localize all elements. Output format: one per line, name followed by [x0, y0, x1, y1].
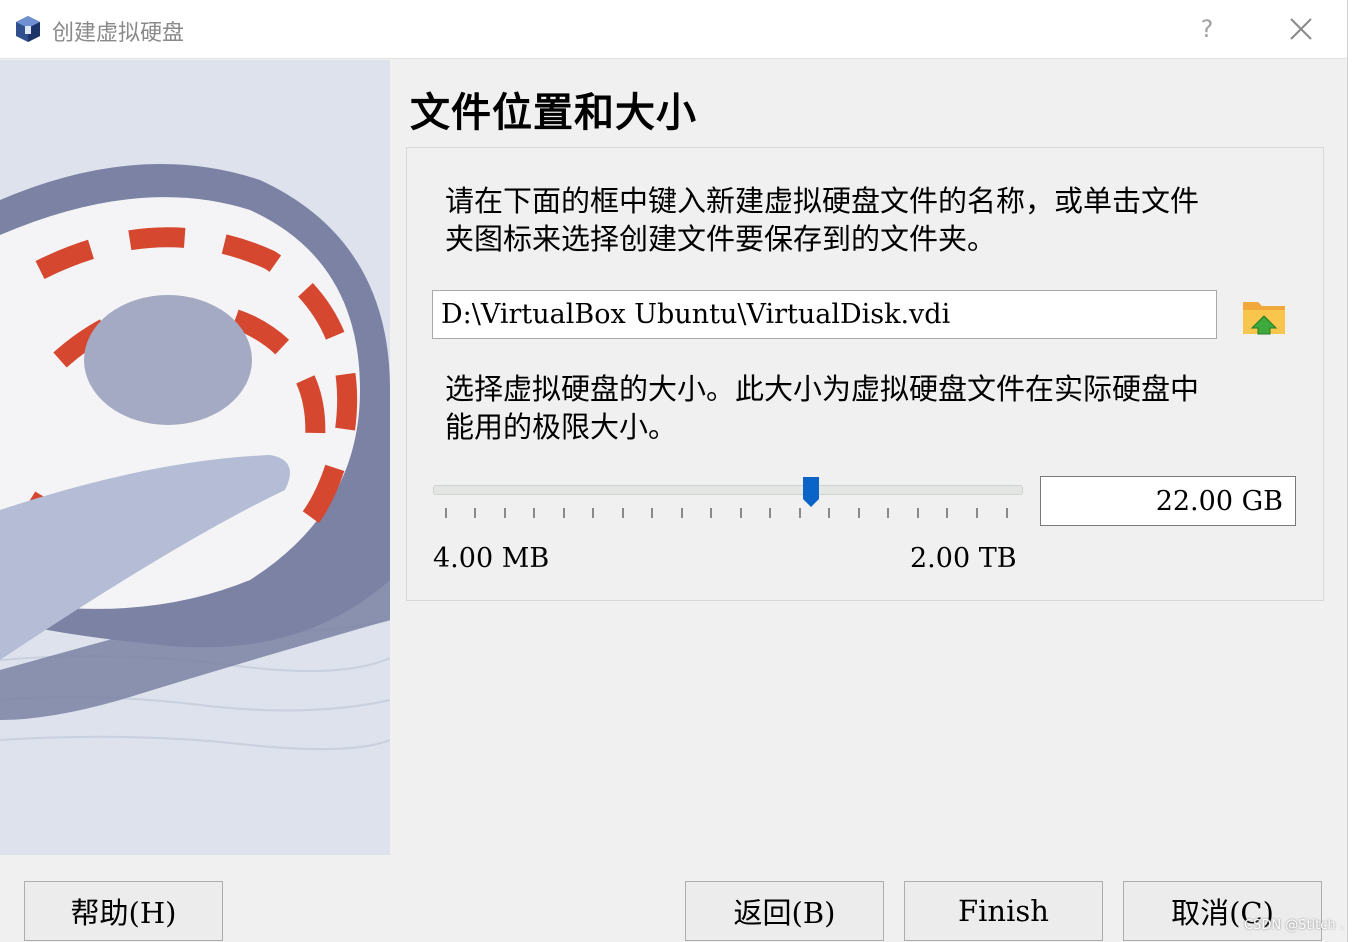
min-size-label: 4.00 MB [433, 543, 550, 574]
finish-button[interactable]: Finish [904, 881, 1103, 941]
window-title: 创建虚拟硬盘 [52, 21, 185, 46]
folder-up-icon[interactable] [1240, 292, 1288, 340]
window-titlebar: 创建虚拟硬盘 ? [0, 0, 1347, 59]
size-slider-ticks [445, 508, 1008, 518]
wizard-illustration [0, 60, 390, 855]
size-description-line1: 选择虚拟硬盘的大小。此大小为虚拟硬盘文件在实际硬盘中 [445, 372, 1200, 406]
location-description-line1: 请在下面的框中键入新建虚拟硬盘文件的名称，或单击文件 [445, 184, 1200, 218]
size-slider-thumb[interactable] [802, 476, 820, 508]
disk-size-input[interactable] [1040, 476, 1296, 526]
location-description-line2: 夹图标来选择创建文件要保存到的文件夹。 [445, 222, 997, 256]
file-path-input[interactable] [432, 290, 1217, 339]
watermark: CSDN @Stitch . [1244, 918, 1344, 933]
help-title-button[interactable]: ? [1194, 12, 1220, 46]
help-button[interactable]: 帮助(H) [24, 881, 223, 941]
hard-disk-illustration [0, 60, 390, 855]
window-edge [1347, 0, 1353, 942]
virtualbox-cube-icon [16, 16, 40, 42]
size-description-line2: 能用的极限大小。 [445, 410, 678, 444]
back-button[interactable]: 返回(B) [685, 881, 884, 941]
close-icon[interactable] [1284, 12, 1318, 46]
max-size-label: 2.00 TB [910, 543, 1017, 574]
page-title: 文件位置和大小 [410, 89, 697, 136]
size-slider-track[interactable] [433, 485, 1023, 495]
